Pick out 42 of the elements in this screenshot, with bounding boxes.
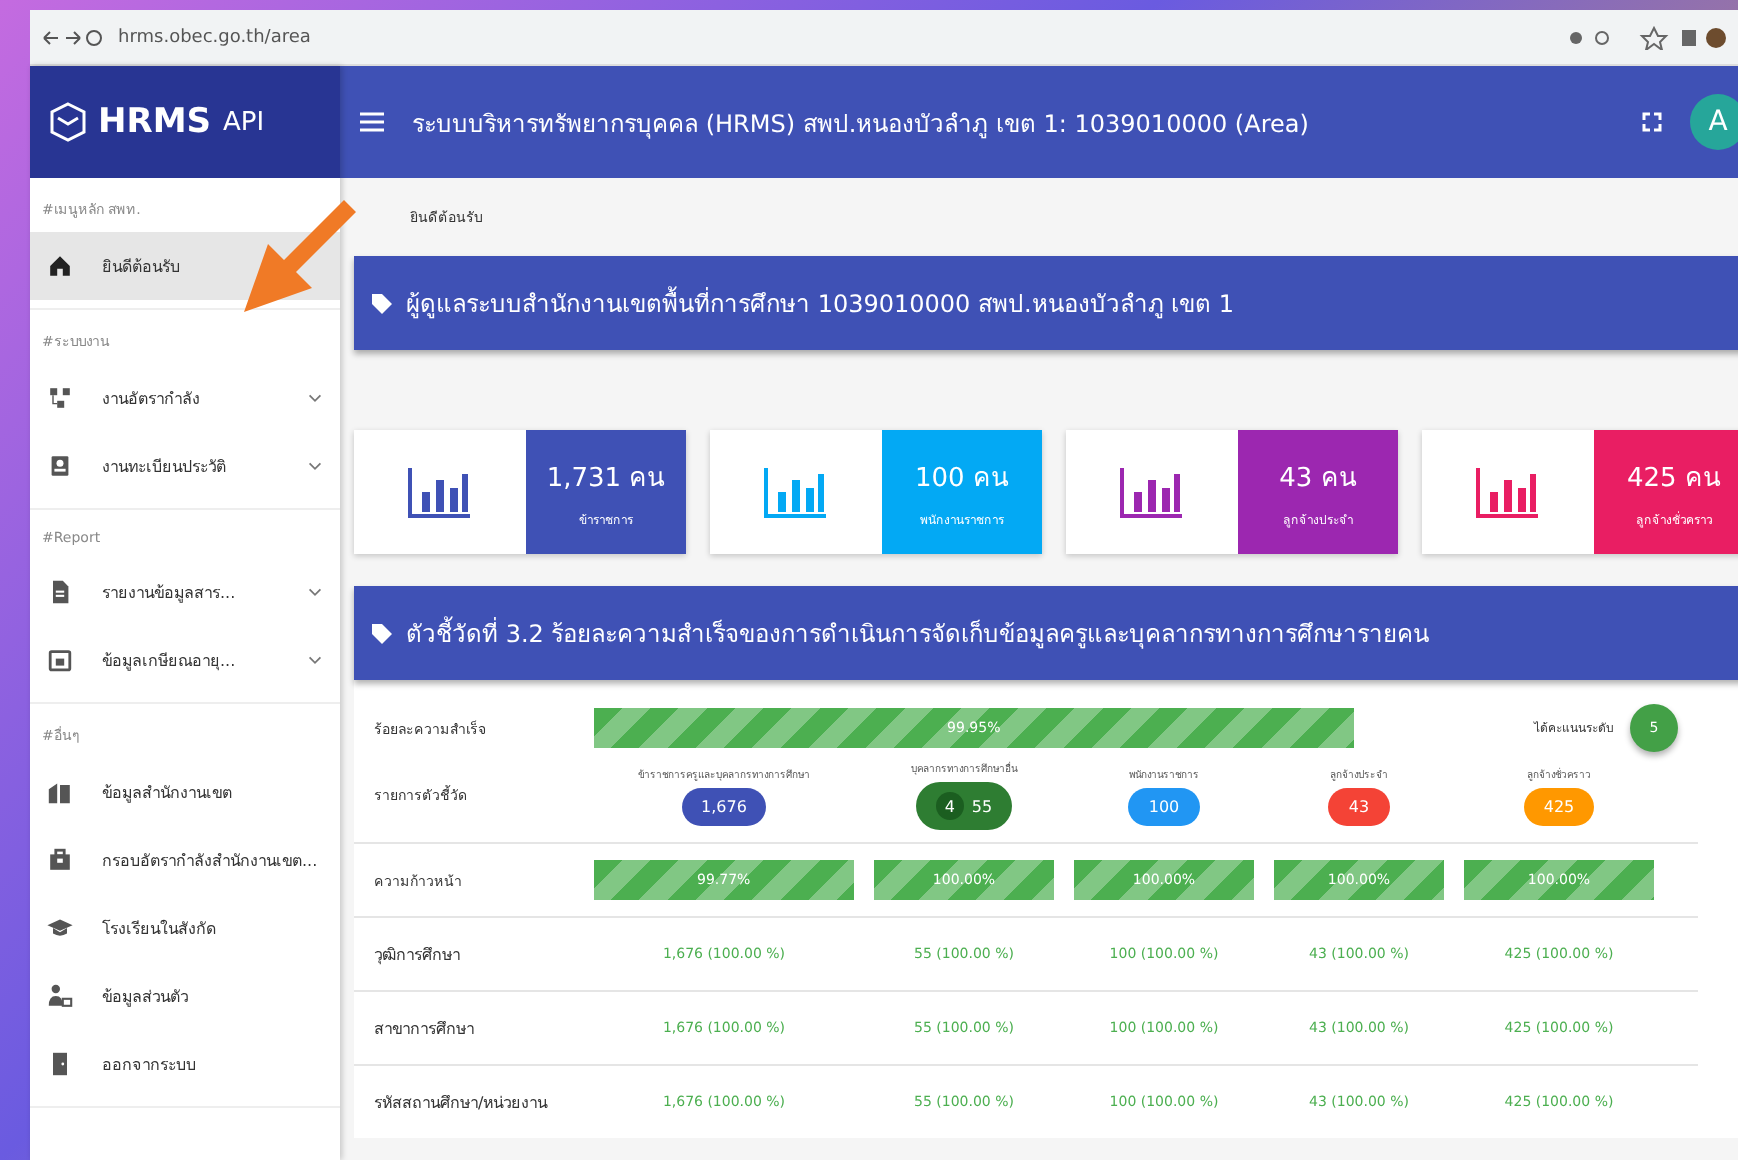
sidebar-item[interactable]: โรงเรียนในสังกัด [30, 894, 340, 962]
bar-chart-icon [1118, 464, 1186, 520]
row-label: วุฒิการศึกษา [374, 943, 462, 967]
count-badge: 4 55 [915, 782, 1013, 830]
sidebar-item[interactable]: งานอัตรากำลัง [30, 364, 340, 432]
row-label: รหัสสถานศึกษา/หน่วยงาน [374, 1091, 550, 1115]
chevron-icon [306, 389, 324, 407]
logo-text: HRMS [98, 102, 211, 142]
tag-icon [370, 291, 394, 315]
app-title: ระบบบริหารทรัพยากรบุคคล (HRMS) สพป.หนองบัวลำภู เขต 1: 1039010000 (Area) [412, 107, 1311, 141]
bar-chart-icon [1474, 464, 1542, 520]
tag-icon [370, 621, 394, 645]
stat-value: 43 คน [1279, 461, 1357, 497]
banner-title: ผู้ดูแลระบบสำนักงานเขตพื้นที่การศึกษา 1039010000 สพป.หนองบัวลำภู เขต 1 [406, 284, 1235, 322]
browser-icons[interactable] [1566, 25, 1726, 49]
stat-value: 1,731 คน [546, 461, 666, 497]
stat-value: 425 คน [1627, 461, 1721, 497]
bar-chart-icon [762, 464, 830, 520]
row-label: สาขาการศึกษา [374, 1017, 476, 1041]
navigation-icon[interactable] [42, 27, 102, 47]
sidebar-item[interactable]: ข้อมูลส่วนตัว [30, 962, 340, 1030]
logo-icon [50, 102, 86, 142]
stat-value: 100 คน [915, 461, 1009, 497]
sidebar-item[interactable]: ออกจากระบบ [30, 1030, 340, 1098]
address-bar[interactable]: hrms.obec.go.th/area [118, 27, 1550, 47]
chevron-icon [306, 457, 324, 475]
logo-suffix: API [222, 107, 265, 137]
sidebar-item[interactable]: ข้อมูลสำนักงานเขต [30, 758, 340, 826]
count-badge: 100 [1128, 787, 1200, 825]
arrow-drawing [244, 200, 356, 312]
sidebar-item[interactable]: ข้อมูลเกษียณอายุ... [30, 626, 340, 694]
count-badge: 1,676 [681, 787, 767, 825]
chevron-icon [306, 651, 324, 669]
sidebar-item[interactable]: กรอบอัตรากำลังสำนักงานเขต... [30, 826, 340, 894]
chevron-icon [306, 583, 324, 601]
sidebar-item[interactable]: รายงานข้อมูลสาร... [30, 558, 340, 626]
sidebar-item[interactable]: งานทะเบียนประวัติ [30, 432, 340, 500]
count-badge: 425 [1523, 787, 1595, 825]
count-badge: 43 [1328, 787, 1390, 825]
bar-chart-icon [406, 464, 474, 520]
fullscreen-icon[interactable] [1642, 112, 1662, 132]
panel-title: ตัวชี้วัดที่ 3.2 ร้อยละความสำเร็จของการดำเนินการจัดเก็บข้อมูลครูและบุคลากรทางการศึกษารายคน [406, 614, 1430, 652]
